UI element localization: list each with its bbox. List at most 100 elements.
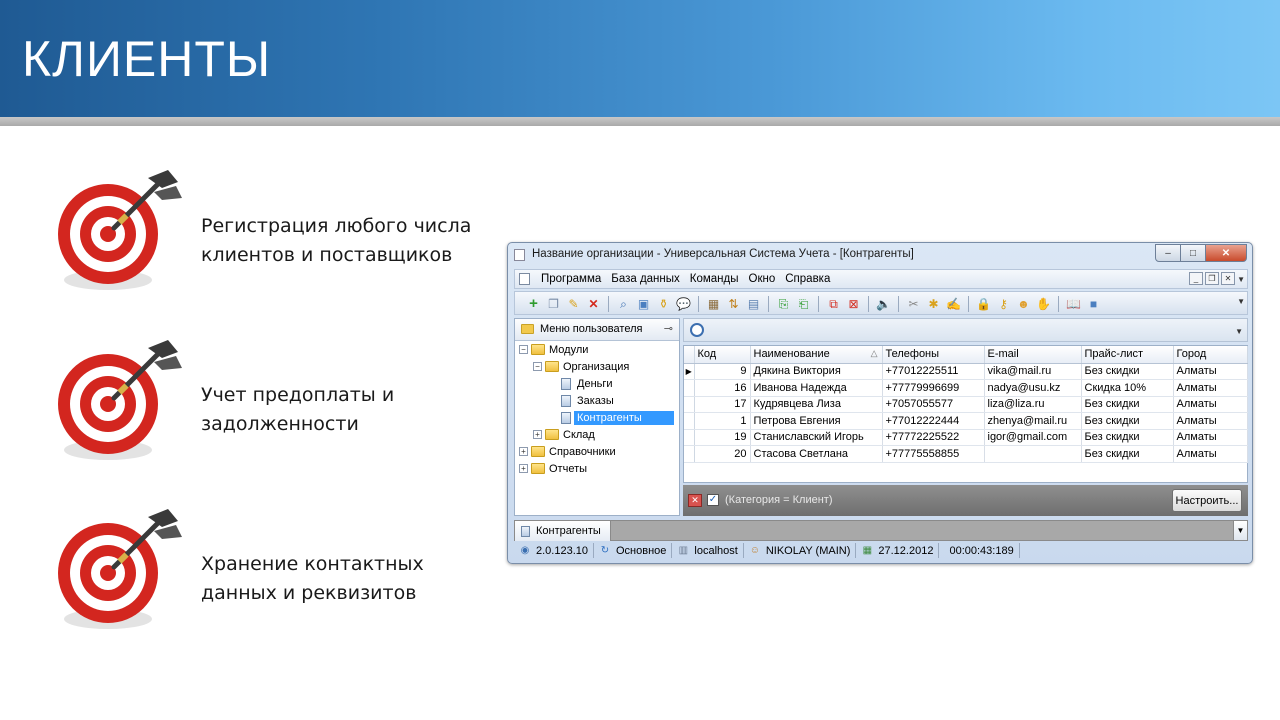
table-row[interactable]: 1 Петрова Евгения +77012222444 zhenya@ma… (684, 412, 1248, 430)
expand-icon[interactable]: + (519, 464, 528, 473)
new-window-icon[interactable]: ⧉ (825, 295, 842, 312)
handshake-icon[interactable]: ✋ (1035, 295, 1052, 312)
bullet-item: Хранение контактных данных и реквизитов (50, 507, 490, 647)
target-icon (58, 170, 182, 290)
tree-item-directories[interactable]: + Справочники (519, 443, 616, 460)
table-row[interactable]: ▶ 9 Дякина Виктория +77012225511 vika@ma… (684, 363, 1248, 380)
filter-enabled-checkbox[interactable]: ✓ (707, 494, 719, 506)
status-timer: 00:00:43:189 (939, 543, 1020, 558)
column-header-phones[interactable]: Телефоны (882, 346, 985, 364)
collapse-icon[interactable]: − (533, 362, 542, 371)
target-icon (58, 340, 182, 460)
refresh-icon: ↻ (600, 544, 610, 556)
tree-item-money[interactable]: Деньги (561, 375, 613, 392)
table-row[interactable]: 19 Станиславский Игорь +77772225522 igor… (684, 429, 1248, 446)
bullet-item: Регистрация любого числа клиентов и пост… (50, 168, 490, 308)
copy-icon[interactable]: ❐ (545, 295, 562, 312)
column-header-name[interactable]: Наименование △ (750, 346, 883, 364)
users-icon[interactable]: ☻ (1015, 295, 1032, 312)
info-icon[interactable]: ■ (1085, 295, 1102, 312)
table-row[interactable]: 20 Стасова Светлана +77775558855 Без ски… (684, 445, 1248, 463)
status-bar: ◉ 2.0.123.10 ↻ Основное ▥ localhost ☺ NIKOLA… (514, 542, 1248, 559)
note-icon[interactable]: ✍ (945, 295, 962, 312)
bullet-item: Учет предоплаты и задолженности (50, 338, 490, 478)
close-button[interactable]: ✕ (1205, 244, 1247, 262)
document-icon (561, 394, 571, 407)
chevron-down-icon[interactable]: ▼ (1237, 297, 1245, 306)
key-icon[interactable]: ⚷ (995, 295, 1012, 312)
clock-icon[interactable] (690, 323, 704, 337)
chevron-down-icon[interactable]: ▼ (1237, 275, 1245, 284)
tree-item-reports[interactable]: + Отчеты (519, 460, 587, 477)
minimize-button[interactable]: – (1155, 244, 1181, 262)
close-window-icon[interactable]: ⊠ (845, 295, 862, 312)
tools-icon[interactable]: ✂ (905, 295, 922, 312)
search-icon[interactable]: ⌕ (615, 295, 632, 312)
settings-icon[interactable]: ✱ (925, 295, 942, 312)
sort-icon[interactable]: ⇅ (725, 295, 742, 312)
tab-counterparties[interactable]: Контрагенты (515, 521, 611, 541)
bullet-text: Регистрация любого числа клиентов и пост… (201, 215, 472, 266)
header-banner: КЛИЕНТЫ (0, 0, 1280, 117)
group-icon[interactable]: ▤ (745, 295, 762, 312)
tree-item-counterparties[interactable]: Контрагенты (561, 409, 674, 426)
document-icon (561, 411, 571, 424)
folder-icon (531, 463, 545, 474)
menu-program[interactable]: Программа (541, 273, 601, 285)
column-header-city[interactable]: Город (1173, 346, 1248, 364)
document-icon (521, 525, 530, 537)
user-menu-header: Меню пользователя ⊸ (515, 319, 679, 341)
column-header-email[interactable]: E-mail (984, 346, 1082, 364)
mdi-restore-button[interactable]: ❐ (1205, 272, 1219, 285)
book-icon[interactable]: 📖 (1065, 295, 1082, 312)
counterparties-grid: Код Наименование △ Телефоны E-mail Прайс-… (683, 345, 1248, 508)
maximize-button[interactable]: □ (1180, 244, 1206, 262)
tree-item-organization[interactable]: − Организация (533, 358, 629, 375)
user-menu-title: Меню пользователя (540, 323, 643, 335)
menu-database[interactable]: База данных (611, 273, 680, 285)
pin-icon[interactable]: ⊸ (664, 322, 673, 335)
column-header-price-list[interactable]: Прайс-лист (1081, 346, 1174, 364)
filter-icon[interactable]: ⚱ (655, 295, 672, 312)
quick-filter-bar: ▼ (683, 318, 1248, 342)
edit-icon[interactable]: ✎ (565, 295, 582, 312)
delete-icon[interactable]: ✕ (585, 295, 602, 312)
chevron-down-icon[interactable]: ▼ (1235, 327, 1243, 336)
mdi-minimize-button[interactable]: _ (1189, 272, 1203, 285)
comment-icon[interactable]: 💬 (675, 295, 692, 312)
bullet-text: Хранение контактных данных и реквизитов (201, 553, 424, 604)
tree-item-orders[interactable]: Заказы (561, 392, 614, 409)
data-table: Код Наименование △ Телефоны E-mail Прайс-… (684, 346, 1248, 463)
mdi-close-button[interactable]: ✕ (1221, 272, 1235, 285)
import-icon[interactable]: ⎗ (795, 295, 812, 312)
add-icon[interactable]: + (525, 295, 542, 312)
app-icon (514, 249, 525, 261)
package-icon[interactable]: ▦ (705, 295, 722, 312)
database-icon: ◉ (520, 544, 530, 556)
user-icon: ☺ (749, 544, 760, 556)
expand-icon[interactable]: + (519, 447, 528, 456)
tree-item-modules[interactable]: − Модули (519, 341, 588, 358)
table-row[interactable]: 16 Иванова Надежда +77779996699 nadya@us… (684, 379, 1248, 397)
chevron-down-icon[interactable]: ▼ (1233, 521, 1247, 540)
tree-item-warehouse[interactable]: + Склад (533, 426, 595, 443)
status-user: ☺ NIKOLAY (MAIN) (744, 543, 857, 558)
export-icon[interactable]: ⎘ (775, 295, 792, 312)
menu-commands[interactable]: Команды (690, 273, 739, 285)
sound-icon[interactable]: 🔈 (875, 295, 892, 312)
filter-bar: ✕ ✓ (Категория = Клиент) Настроить... (683, 485, 1248, 516)
clear-filter-icon[interactable]: ✕ (688, 494, 702, 507)
customize-filter-button[interactable]: Настроить... (1172, 489, 1242, 512)
status-mode: ↻ Основное (594, 543, 673, 558)
column-header-code[interactable]: Код (694, 346, 751, 364)
menu-window[interactable]: Окно (749, 273, 776, 285)
collapse-icon[interactable]: − (519, 345, 528, 354)
menu-help[interactable]: Справка (785, 273, 830, 285)
window-titlebar[interactable]: Название организации - Универсальная Сис… (508, 243, 1252, 267)
window-controls: – □ ✕ (1155, 244, 1247, 262)
folder-icon (545, 429, 559, 440)
expand-icon[interactable]: + (533, 430, 542, 439)
find-icon[interactable]: ▣ (635, 295, 652, 312)
lock-icon[interactable]: 🔒 (975, 295, 992, 312)
table-row[interactable]: 17 Кудрявцева Лиза +7057055577 liza@liza… (684, 396, 1248, 413)
